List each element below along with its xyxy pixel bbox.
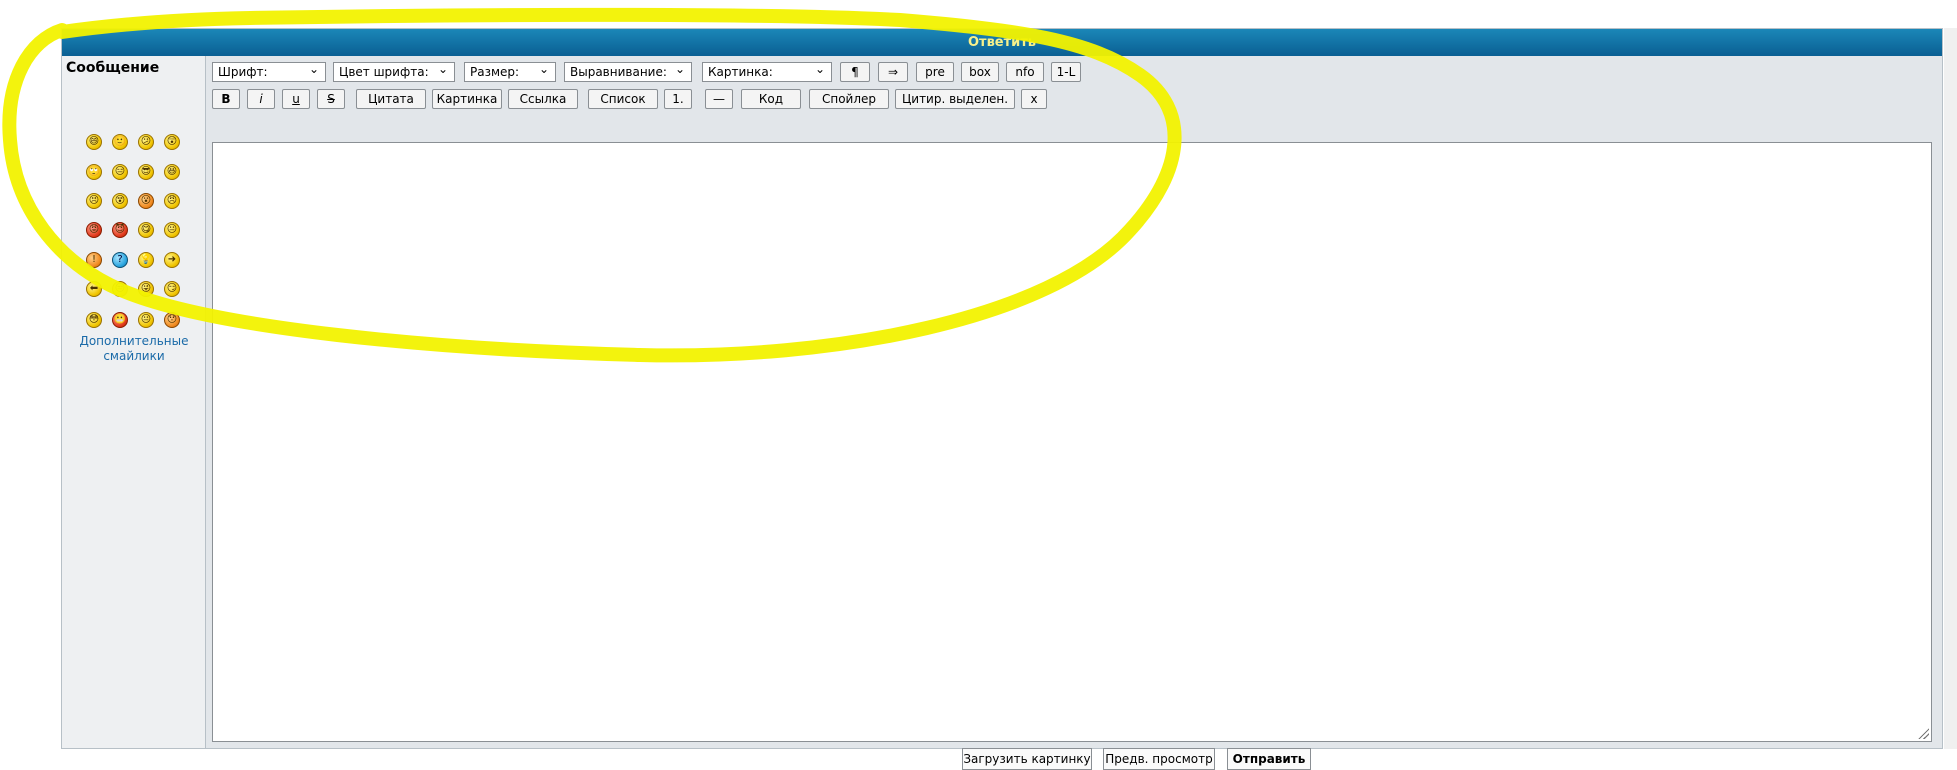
list-button[interactable]: Список bbox=[588, 89, 658, 109]
smiley-icon[interactable]: 😎 bbox=[138, 164, 154, 180]
smiley-icon[interactable]: 😒 bbox=[112, 281, 128, 297]
smiley-icon[interactable]: 😆 bbox=[164, 164, 180, 180]
smiley-icon[interactable]: 😣 bbox=[86, 193, 102, 209]
smiley-icon[interactable]: 😠 bbox=[164, 193, 180, 209]
smiley-icon[interactable]: 😕 bbox=[138, 134, 154, 150]
sidebar-title: Сообщение bbox=[66, 60, 160, 76]
upload-image-button[interactable]: Загрузить картинку bbox=[962, 748, 1092, 770]
font-select[interactable]: Шрифт: bbox=[212, 60, 326, 82]
smiley-icon[interactable]: ! bbox=[86, 252, 102, 268]
smiley-icon[interactable]: 😈 bbox=[112, 222, 128, 238]
smiley-icon[interactable]: 😮 bbox=[138, 193, 154, 209]
smiley-icon[interactable]: 😲 bbox=[164, 134, 180, 150]
smiley-icon[interactable]: 😯 bbox=[164, 312, 180, 328]
message-textarea[interactable] bbox=[212, 142, 1932, 742]
smiley-icon[interactable]: 😋 bbox=[138, 222, 154, 238]
ltr-button[interactable]: 1-L bbox=[1051, 62, 1081, 82]
picture-button[interactable]: Картинка bbox=[432, 89, 502, 109]
smiley-icon[interactable]: 🙄 bbox=[86, 164, 102, 180]
smiley-icon[interactable]: 🙂 bbox=[112, 134, 128, 150]
smilies-sidebar: Сообщение 😄 🙂 😕 😲 🙄 😑 😎 😆 😣 😵 😮 😠 😡 😈 😋 😐!? 💡 ➜ ⬅ 😒 😜 😏 😳 😬 😐 😯 Д… bbox=[62, 56, 206, 748]
preview-button[interactable]: Предв. просмотр bbox=[1103, 748, 1215, 770]
more-smilies-link[interactable]: Дополнительные смайлики bbox=[62, 334, 206, 364]
quote-button[interactable]: Цитата bbox=[356, 89, 426, 109]
smiley-icon[interactable]: 😄 bbox=[86, 134, 102, 150]
smiley-icon[interactable]: 😑 bbox=[112, 164, 128, 180]
pilcrow-button[interactable]: ¶ bbox=[840, 62, 870, 82]
nfo-button[interactable]: nfo bbox=[1006, 62, 1044, 82]
smiley-icon[interactable]: 😵 bbox=[112, 193, 128, 209]
smiley-icon[interactable]: 😐 bbox=[138, 312, 154, 328]
link-button[interactable]: Ссылка bbox=[508, 89, 578, 109]
smiley-icon[interactable]: ➜ bbox=[164, 252, 180, 268]
resize-handle-icon[interactable] bbox=[1917, 727, 1929, 739]
code-button[interactable]: Код bbox=[741, 89, 801, 109]
smiley-icon[interactable]: 😡 bbox=[86, 222, 102, 238]
numbered-list-button[interactable]: 1. bbox=[664, 89, 692, 109]
horizontal-rule-button[interactable]: — bbox=[705, 89, 733, 109]
spoiler-button[interactable]: Спойлер bbox=[809, 89, 889, 109]
smiley-icon[interactable]: 😐 bbox=[164, 222, 180, 238]
font-color-select[interactable]: Цвет шрифта: bbox=[333, 60, 455, 82]
reply-header: Ответить bbox=[62, 29, 1942, 56]
size-select[interactable]: Размер: bbox=[464, 60, 556, 82]
bold-button[interactable]: B bbox=[212, 89, 240, 109]
close-tags-button[interactable]: x bbox=[1021, 89, 1047, 109]
quote-selected-button[interactable]: Цитир. выделен. bbox=[895, 89, 1015, 109]
smiley-icon[interactable]: ⬅ bbox=[86, 281, 102, 297]
page-scrollbar[interactable] bbox=[1944, 28, 1957, 749]
align-select[interactable]: Выравнивание: bbox=[564, 60, 692, 82]
box-button[interactable]: box bbox=[961, 62, 999, 82]
arrow-button[interactable]: ⇒ bbox=[878, 62, 908, 82]
smiley-icon[interactable]: 😬 bbox=[112, 312, 128, 328]
smiley-icon[interactable]: 😳 bbox=[86, 312, 102, 328]
pre-button[interactable]: pre bbox=[916, 62, 954, 82]
smiley-icon[interactable]: 😜 bbox=[138, 281, 154, 297]
submit-button[interactable]: Отправить bbox=[1227, 748, 1311, 770]
smiley-icon[interactable]: 💡 bbox=[138, 252, 154, 268]
image-select[interactable]: Картинка: bbox=[702, 60, 832, 82]
smiley-icon[interactable]: ? bbox=[112, 252, 128, 268]
editor-area: Шрифт: Цвет шрифта: Размер: Выравнивание… bbox=[206, 56, 1942, 770]
underline-button[interactable]: u bbox=[282, 89, 310, 109]
strike-button[interactable]: S bbox=[317, 89, 345, 109]
reply-form: Ответить Сообщение 😄 🙂 😕 😲 🙄 😑 😎 😆 😣 😵 😮 😠 😡 😈 😋 😐!? 💡 ➜ ⬅… bbox=[61, 28, 1943, 770]
italic-button[interactable]: i bbox=[247, 89, 275, 109]
smiley-icon[interactable]: 😏 bbox=[164, 281, 180, 297]
